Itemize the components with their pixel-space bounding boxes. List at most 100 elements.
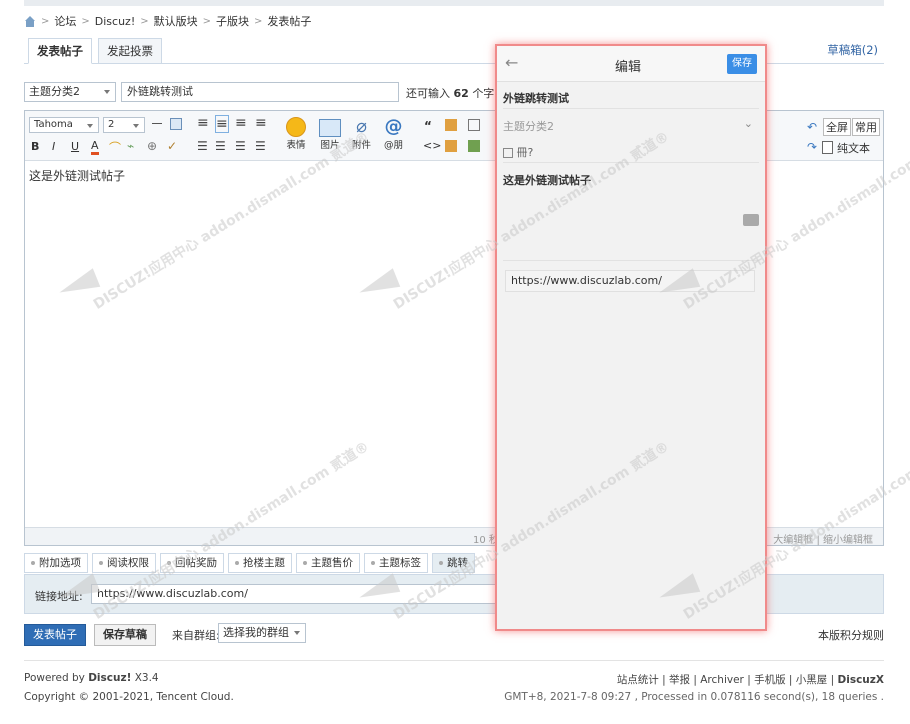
divider <box>503 260 759 261</box>
option-tab-reply-reward[interactable]: 回帖奖励 <box>160 553 224 573</box>
top-bar <box>24 0 884 6</box>
option-tab-label: 跳转 <box>447 557 468 569</box>
font-color-icon[interactable]: A <box>91 139 99 155</box>
option-tab-read-permission[interactable]: 阅读权限 <box>92 553 156 573</box>
footer-link-stats[interactable]: 站点统计 <box>617 674 659 686</box>
footer-link-archiver[interactable]: Archiver <box>700 674 744 686</box>
save-draft-button[interactable]: 保存草稿 <box>94 624 156 646</box>
tab-post[interactable]: 发表帖子 <box>28 38 92 64</box>
breadcrumb: > 论坛 > Discuz! > 默认版块 > 子版块 > 发表帖子 <box>24 12 311 30</box>
mention-label: @朋 <box>384 140 404 151</box>
divider <box>503 108 759 109</box>
code-icon[interactable]: <> <box>423 139 441 152</box>
link-icon[interactable]: ⌒ <box>109 139 121 156</box>
home-icon[interactable] <box>24 15 36 27</box>
option-tab-redirect[interactable]: 跳转 <box>432 553 475 573</box>
mobile-save-button[interactable]: 保存 <box>727 54 757 74</box>
chevron-down-icon <box>87 124 93 128</box>
draft-box-link[interactable]: 草稿箱(2) <box>827 42 878 58</box>
attach-button[interactable]: ⌀ 附件 <box>352 116 371 152</box>
unlink-icon[interactable]: ⌁ <box>127 139 134 153</box>
fullscreen-button[interactable]: 全屏 <box>823 118 851 136</box>
redo-icon[interactable]: ↷ <box>807 140 817 154</box>
table-icon[interactable] <box>468 119 480 131</box>
breadcrumb-separator: > <box>202 15 212 27</box>
breadcrumb-sub-board[interactable]: 子版块 <box>216 13 249 29</box>
chevron-down-icon <box>104 90 110 94</box>
undo-icon[interactable]: ↶ <box>807 120 817 134</box>
paperclip-icon: ⌀ <box>356 116 367 137</box>
mobile-checkbox-label: 冊? <box>516 146 534 159</box>
italic-icon[interactable]: I <box>52 140 55 153</box>
camera-icon[interactable] <box>743 214 759 226</box>
tab-poll[interactable]: 发起投票 <box>98 38 162 64</box>
hide-icon[interactable] <box>445 140 457 152</box>
dot-icon <box>99 561 103 565</box>
indent-icon[interactable]: ☰ <box>197 138 208 154</box>
mobile-link-input[interactable]: https://www.discuzlab.com/ <box>505 270 755 292</box>
breadcrumb-separator: > <box>140 15 149 27</box>
image-icon <box>319 119 341 137</box>
breadcrumb-default-board[interactable]: 默认版块 <box>154 13 198 29</box>
group-select[interactable]: 选择我的群组 <box>218 623 306 643</box>
unordered-list-icon[interactable]: ☰ <box>255 138 266 154</box>
underline-icon[interactable]: U <box>71 140 79 153</box>
option-tab-label: 抢楼主题 <box>243 557 285 569</box>
link-input[interactable]: https://www.discuzlab.com/ <box>91 584 501 604</box>
option-tab-tags[interactable]: 主题标签 <box>364 553 428 573</box>
clear-format-icon[interactable]: ✓ <box>167 139 177 153</box>
option-tab-price[interactable]: 主题售价 <box>296 553 360 573</box>
footer-link-mobile[interactable]: 手机版 <box>754 674 786 686</box>
ordered-list-icon[interactable]: ☰ <box>235 138 246 154</box>
option-tab-label: 阅读权限 <box>107 557 149 569</box>
media-icon[interactable] <box>468 140 480 152</box>
dot-icon <box>167 561 171 565</box>
common-button[interactable]: 常用 <box>852 118 880 136</box>
outdent-icon[interactable]: ☰ <box>215 138 226 154</box>
category-select[interactable]: 主题分类2 <box>24 82 116 102</box>
mobile-category-select[interactable]: 主题分类2 ⌄ <box>503 117 759 134</box>
breadcrumb-discuz[interactable]: Discuz! <box>95 15 135 28</box>
powered-brand[interactable]: Discuz! <box>88 672 131 684</box>
background-color-icon[interactable] <box>170 118 182 130</box>
horizontal-rule-icon[interactable] <box>152 123 162 124</box>
align-right-icon[interactable]: ≡ <box>235 115 247 131</box>
title-input[interactable]: 外链跳转测试 <box>121 82 399 102</box>
emoji-button[interactable]: 表情 <box>286 117 306 151</box>
plaintext-label[interactable]: 纯文本 <box>837 140 870 156</box>
bold-icon[interactable]: B <box>31 140 39 153</box>
checkbox-icon[interactable] <box>503 148 513 158</box>
credit-rules-link[interactable]: 本版积分规则 <box>818 627 884 643</box>
lock-icon[interactable] <box>445 119 457 131</box>
option-tab-floor-grab[interactable]: 抢楼主题 <box>228 553 292 573</box>
footer-link-discuzx[interactable]: DiscuzX <box>838 674 884 686</box>
align-left-icon[interactable]: ≡ <box>197 115 209 131</box>
group-label: 来自群组: <box>172 629 220 642</box>
size-select[interactable]: 2 <box>103 117 145 133</box>
mention-button[interactable]: @ @朋 <box>384 116 404 152</box>
mobile-content-field[interactable]: 这是外链测试帖子 <box>503 172 759 188</box>
breadcrumb-forum[interactable]: 论坛 <box>54 13 76 29</box>
mobile-checkbox-row[interactable]: 冊? <box>503 144 759 160</box>
resize-links[interactable]: 大编辑框 | 缩小编辑框 <box>773 531 873 546</box>
chevron-down-icon: ⌄ <box>743 117 753 130</box>
quote-icon[interactable]: ⊕ <box>147 139 157 153</box>
editor-content[interactable]: 这是外链测试帖子 <box>29 167 125 184</box>
emoji-icon <box>286 117 306 137</box>
footer-link-blackroom[interactable]: 小黑屋 <box>796 674 828 686</box>
footer-links: 站点统计 | 举报 | Archiver | 手机版 | 小黑屋 | Discu… <box>616 674 884 686</box>
align-center-icon[interactable]: ≡ <box>215 115 229 133</box>
image-label: 图片 <box>320 140 340 151</box>
breadcrumb-separator: > <box>41 15 50 27</box>
font-select[interactable]: Tahoma <box>29 117 99 133</box>
at-icon: @ <box>384 116 403 137</box>
quote-block-icon[interactable]: “ <box>424 119 432 133</box>
align-justify-icon[interactable]: ≡ <box>255 115 267 131</box>
option-tab-extra[interactable]: 附加选项 <box>24 553 88 573</box>
mobile-title-field[interactable]: 外链跳转测试 <box>503 90 759 106</box>
submit-post-button[interactable]: 发表帖子 <box>24 624 86 646</box>
image-button[interactable]: 图片 <box>319 117 341 151</box>
footer-link-report[interactable]: 举报 <box>669 674 690 686</box>
size-value: 2 <box>108 119 115 130</box>
checkbox-icon[interactable] <box>822 141 833 154</box>
